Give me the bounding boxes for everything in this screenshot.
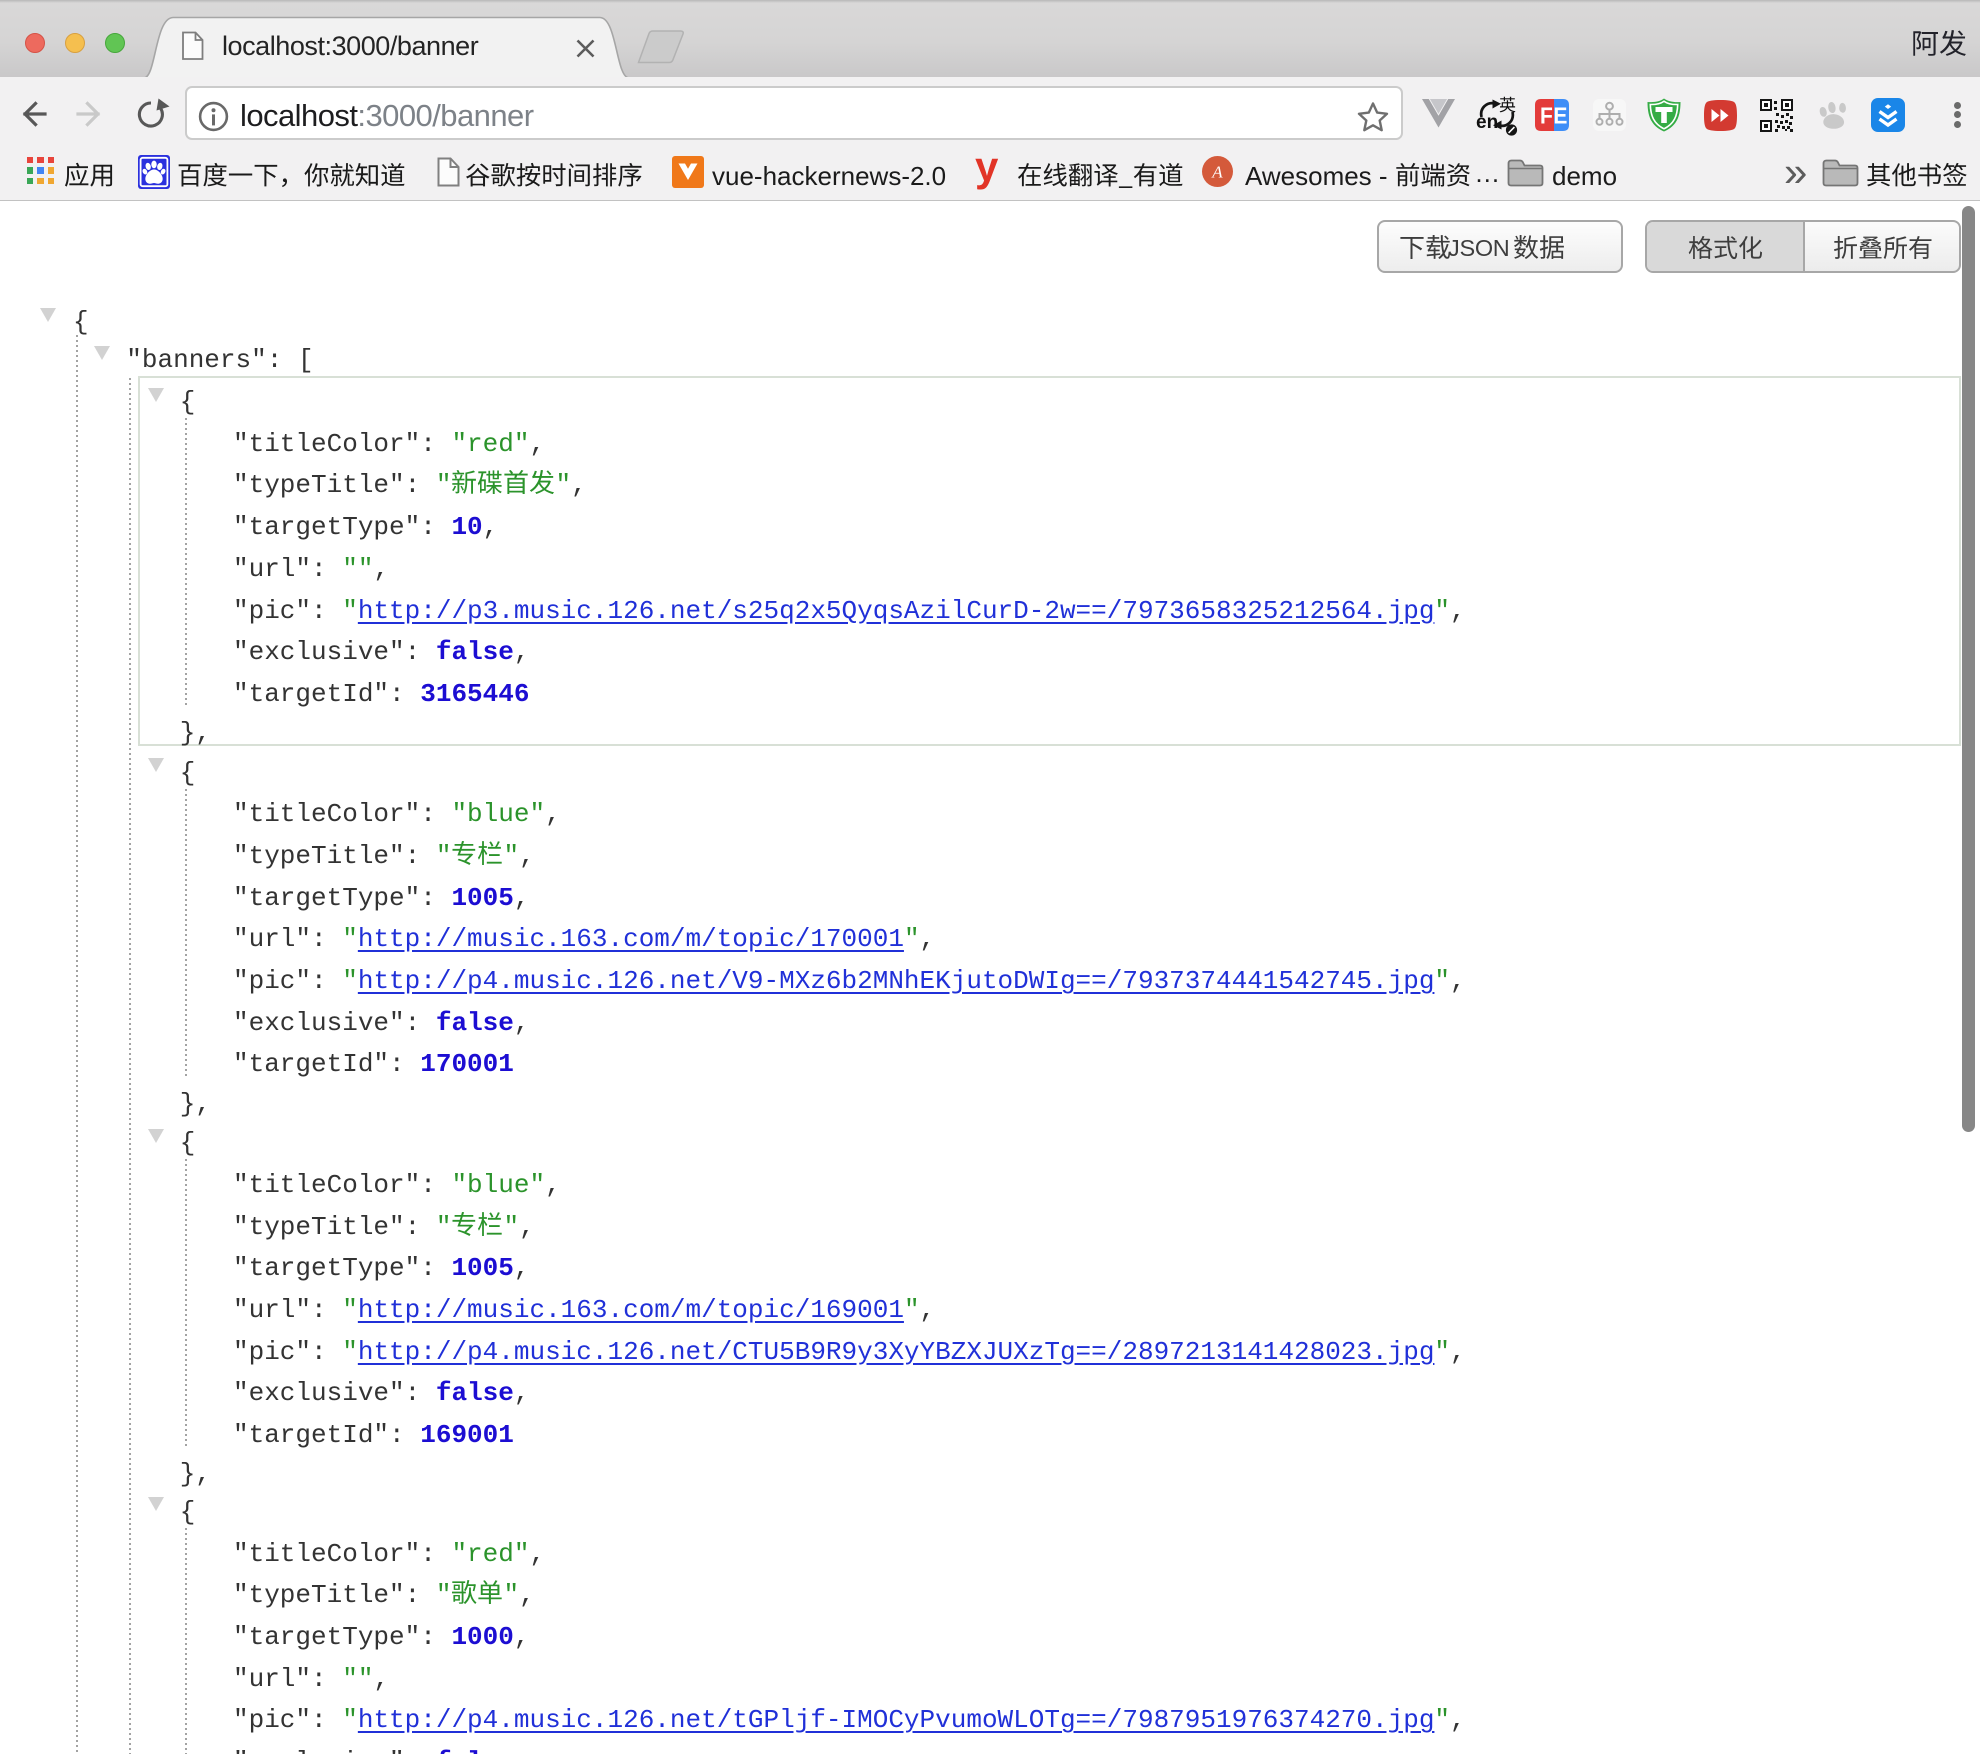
svg-text:A: A bbox=[1211, 163, 1223, 182]
